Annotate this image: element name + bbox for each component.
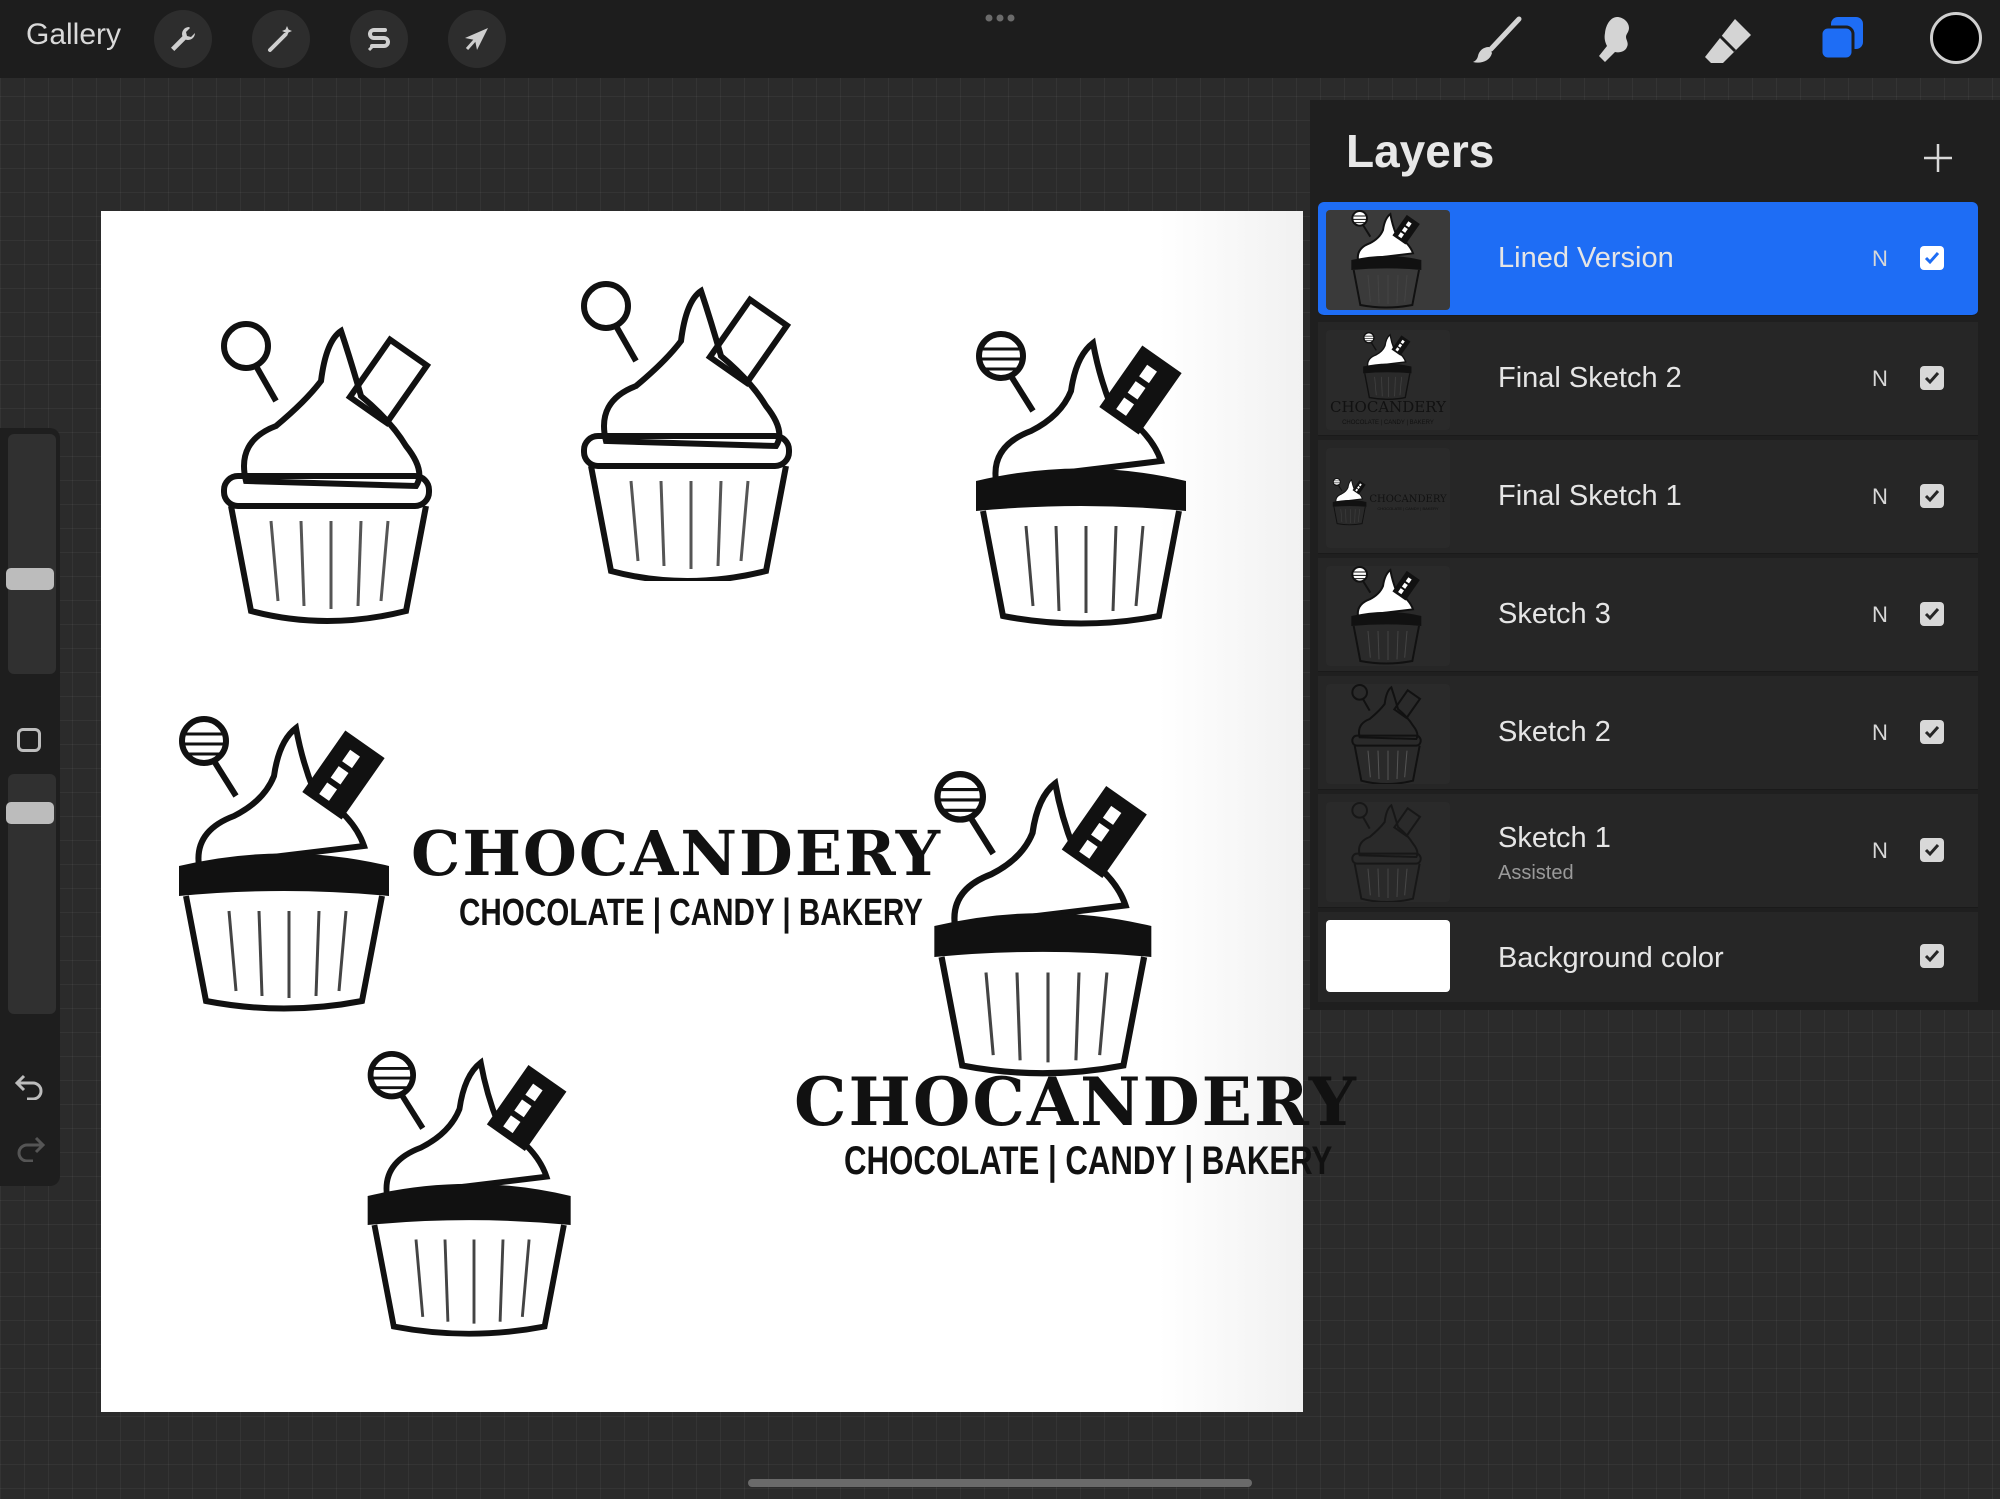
top-toolbar: Gallery — [0, 0, 2000, 78]
drawing-canvas[interactable]: CHOCANDERY CHOCOLATE | CANDY | BAKERY CH… — [101, 211, 1356, 1412]
layers-title: Layers — [1346, 125, 1495, 177]
cupcake-logo-1 — [169, 716, 409, 1016]
layer-row-sketch-1[interactable]: Sketch 1 Assisted N — [1318, 794, 1978, 908]
layers-panel: Layers Lined Version N CHOCANDERY CHOCOL… — [1310, 100, 2000, 1010]
blend-mode-button[interactable]: N — [1872, 838, 1888, 864]
smudge-icon[interactable] — [1584, 10, 1644, 70]
logo-subtitle-2: CHOCOLATE | CANDY | BAKERY — [844, 1139, 1333, 1183]
selection-s-icon[interactable] — [350, 10, 408, 68]
left-sidebar — [0, 428, 60, 1186]
layer-row-sketch-2[interactable]: Sketch 2 N — [1318, 676, 1978, 790]
blend-mode-button[interactable]: N — [1872, 246, 1888, 272]
background-color-swatch — [1326, 920, 1450, 992]
color-picker-button[interactable] — [1930, 12, 1982, 64]
svg-text:CHOCOLATE | CANDY | BAKERY: CHOCOLATE | CANDY | BAKERY — [1342, 420, 1434, 426]
cupcake-sketch-1 — [216, 321, 476, 651]
blend-mode-button[interactable]: N — [1872, 602, 1888, 628]
brush-size-slider[interactable] — [8, 434, 56, 674]
svg-text:CHOCOLATE | CANDY | BAKERY: CHOCOLATE | CANDY | BAKERY — [1377, 506, 1439, 511]
layer-row-final-sketch-2[interactable]: CHOCANDERY CHOCOLATE | CANDY | BAKERY Fi… — [1318, 322, 1978, 436]
plus-icon[interactable] — [1914, 134, 1962, 182]
visibility-checkbox[interactable] — [1920, 366, 1944, 390]
layer-name: Background color — [1498, 942, 1724, 974]
layer-name: Final Sketch 1 — [1498, 480, 1682, 512]
blend-mode-button[interactable]: N — [1872, 484, 1888, 510]
cupcake-logo-2 — [923, 771, 1173, 1081]
magic-wand-icon[interactable] — [252, 10, 310, 68]
logo-title-1: CHOCANDERY — [411, 817, 942, 890]
eraser-icon[interactable] — [1698, 10, 1758, 70]
logo-subtitle-1: CHOCOLATE | CANDY | BAKERY — [459, 892, 923, 934]
layer-thumbnail — [1326, 802, 1450, 902]
layer-row-sketch-3[interactable]: Sketch 3 N — [1318, 558, 1978, 672]
layer-name: Final Sketch 2 — [1498, 362, 1682, 394]
layer-row-final-sketch-1[interactable]: CHOCANDERY CHOCOLATE | CANDY | BAKERY Fi… — [1318, 440, 1978, 554]
wrench-icon[interactable] — [154, 10, 212, 68]
modifier-square-button[interactable] — [17, 728, 41, 752]
svg-text:CHOCANDERY: CHOCANDERY — [1330, 398, 1447, 416]
visibility-checkbox[interactable] — [1920, 602, 1944, 626]
layer-thumbnail: CHOCANDERY CHOCOLATE | CANDY | BAKERY — [1326, 448, 1450, 548]
opacity-thumb[interactable] — [6, 802, 54, 824]
layer-name: Sketch 2 — [1498, 716, 1611, 748]
layer-name: Sketch 1 — [1498, 822, 1611, 854]
layer-thumbnail — [1326, 684, 1450, 784]
redo-icon[interactable] — [14, 1134, 46, 1167]
blend-mode-button[interactable]: N — [1872, 720, 1888, 746]
logo-title-2: CHOCANDERY — [794, 1063, 1358, 1141]
arrow-transform-icon[interactable] — [448, 10, 506, 68]
svg-text:CHOCANDERY: CHOCANDERY — [1369, 494, 1447, 505]
cupcake-sketch-3 — [961, 331, 1211, 631]
cupcake-sketch-2 — [566, 281, 816, 581]
brush-size-thumb[interactable] — [6, 568, 54, 590]
layer-row-lined-version[interactable]: Lined Version N — [1318, 202, 1978, 316]
drag-handle-icon[interactable] — [984, 10, 1016, 28]
layer-thumbnail — [1326, 566, 1450, 666]
undo-icon[interactable] — [14, 1072, 46, 1105]
cupcake-final — [349, 1051, 599, 1341]
gallery-button[interactable]: Gallery — [26, 18, 121, 52]
layer-name: Sketch 3 — [1498, 598, 1611, 630]
layer-subtitle: Assisted — [1498, 862, 1574, 884]
layer-row-background-color[interactable]: Background color — [1318, 912, 1978, 1002]
layers-icon[interactable] — [1812, 10, 1872, 70]
visibility-checkbox[interactable] — [1920, 720, 1944, 744]
layer-name: Lined Version — [1498, 242, 1674, 274]
visibility-checkbox[interactable] — [1920, 246, 1944, 270]
blend-mode-button[interactable]: N — [1872, 366, 1888, 392]
home-indicator — [748, 1479, 1252, 1487]
visibility-checkbox[interactable] — [1920, 944, 1944, 968]
layer-thumbnail — [1326, 210, 1450, 310]
visibility-checkbox[interactable] — [1920, 838, 1944, 862]
visibility-checkbox[interactable] — [1920, 484, 1944, 508]
layer-thumbnail: CHOCANDERY CHOCOLATE | CANDY | BAKERY — [1326, 330, 1450, 430]
brush-icon[interactable] — [1468, 10, 1528, 70]
